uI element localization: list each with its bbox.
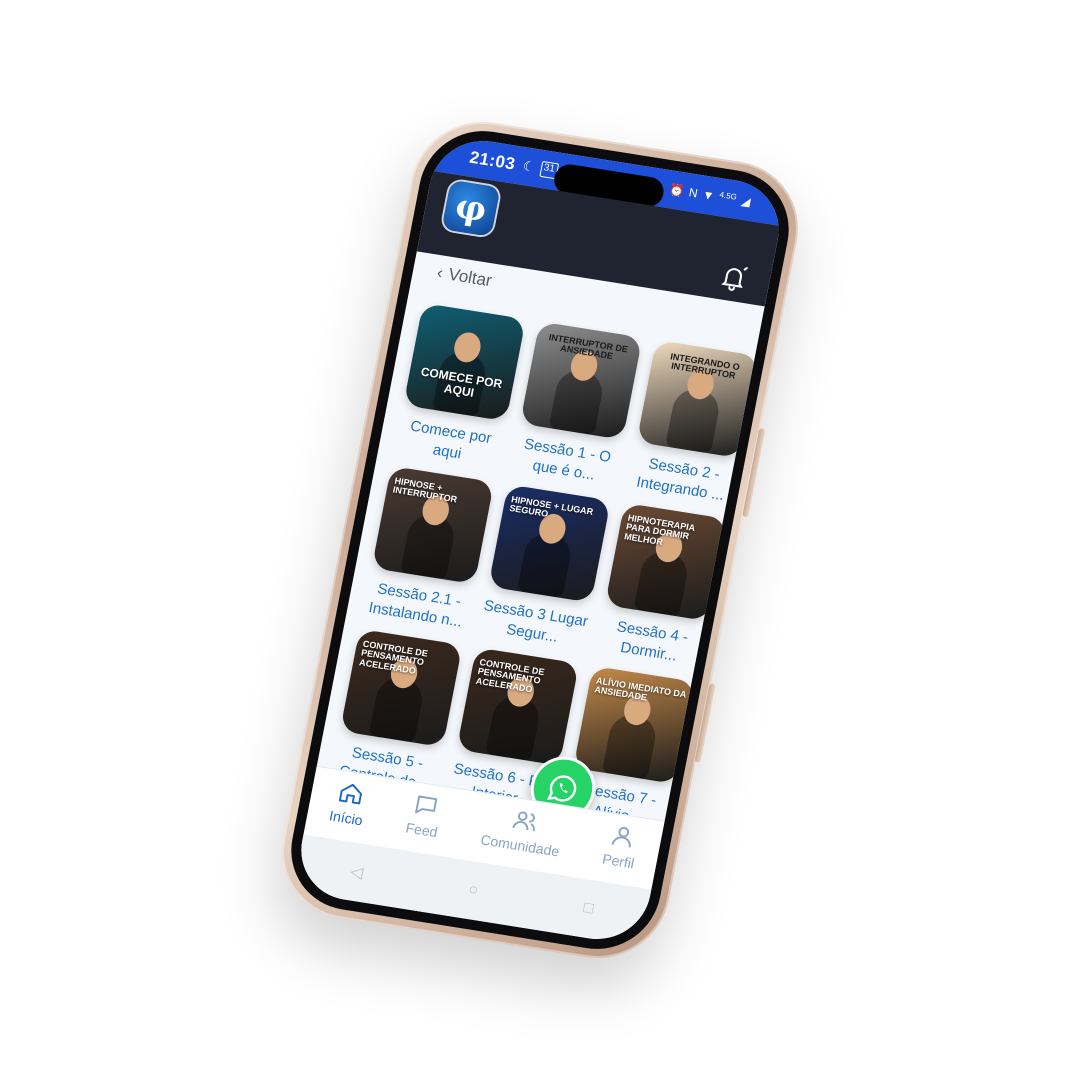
session-title[interactable]: Sessão 3 Lugar Segur... — [476, 596, 591, 654]
phone-device: 21:03 ☾ 31 ▶ ⏰ N ▼ 4.5G ◢ — [270, 111, 810, 969]
session-card[interactable]: HIPNOSE + INTERRUPTOR Sessão 2.1 - Instal… — [360, 465, 497, 636]
session-thumbnail[interactable]: INTEGRANDO O INTERRUPTOR — [636, 339, 760, 459]
session-thumbnail[interactable]: ALÍVIO IMEDIATO DA ANSIEDADE — [573, 665, 696, 785]
session-card[interactable]: HIPNOSE + LUGAR SEGURO Sessão 3 Lugar Seg… — [476, 484, 613, 654]
status-time: 21:03 — [467, 147, 518, 174]
session-title[interactable]: Sessão 2.1 - Instalando n... — [360, 577, 475, 635]
session-thumbnail[interactable]: CONTROLE DE PENSAMENTO ACELERADO — [339, 628, 463, 748]
session-card[interactable]: INTERRUPTOR DE ANSIEDADE Sessão 1 - O que… — [508, 321, 645, 491]
alarm-icon: ⏰ — [667, 182, 686, 199]
nav-item-comunidade[interactable]: Comunidade — [479, 802, 566, 860]
chat-icon — [415, 795, 438, 814]
stage: 21:03 ☾ 31 ▶ ⏰ N ▼ 4.5G ◢ — [0, 0, 1080, 1080]
status-right-icons: ⏰ N ▼ 4.5G ◢ — [668, 182, 752, 209]
session-thumbnail[interactable]: Hipnoterapia para Dormir Melhor — [604, 502, 728, 622]
app-logo[interactable]: φ — [441, 179, 501, 237]
nav-item-perfil[interactable]: Perfil — [601, 821, 641, 871]
session-title[interactable]: Sessão 4 - Dormir... — [593, 614, 708, 672]
nav-item-incio[interactable]: Início — [328, 778, 370, 828]
session-thumbnail[interactable]: HIPNOSE + LUGAR SEGURO — [488, 484, 611, 603]
back-link[interactable]: ‹ Voltar — [435, 263, 493, 291]
nav-home-icon[interactable]: ○ — [467, 881, 480, 900]
users-icon — [511, 811, 535, 832]
nav-back-icon[interactable]: ◁ — [349, 861, 365, 883]
chevron-left-icon: ‹ — [435, 262, 445, 283]
session-title[interactable]: Sessão 1 - O que é o... — [508, 433, 623, 491]
session-card[interactable]: COMECE POR AQUI Comece por aqui — [391, 302, 528, 473]
nav-label: Feed — [404, 819, 439, 841]
session-card[interactable]: Hipnoterapia para Dormir Melhor Sessão 4 … — [593, 502, 730, 673]
phone-bezel: 21:03 ☾ 31 ▶ ⏰ N ▼ 4.5G ◢ — [280, 122, 800, 958]
user-icon — [611, 826, 631, 848]
wifi-icon: ▼ — [701, 187, 716, 204]
sessions-grid: COMECE POR AQUI Comece por aqui INTERRUPTO… — [328, 302, 760, 833]
session-thumbnail[interactable]: INTERRUPTOR DE ANSIEDADE — [519, 321, 643, 440]
back-label: Voltar — [446, 264, 494, 291]
session-thumbnail[interactable]: HIPNOSE + INTERRUPTOR — [371, 465, 495, 585]
nav-recents-icon[interactable]: □ — [582, 899, 595, 918]
moon-icon: ☾ — [521, 158, 537, 175]
nav-item-feed[interactable]: Feed — [404, 790, 444, 840]
nfc-icon: N — [687, 185, 699, 201]
session-title[interactable]: Sessão 2 - Integrando ... — [625, 451, 740, 509]
home-icon — [338, 783, 362, 805]
nav-label: Perfil — [601, 850, 636, 872]
whatsapp-icon — [546, 775, 577, 802]
session-thumbnail[interactable]: CONTROLE DE PENSAMENTO ACELERADO — [456, 647, 580, 766]
session-title[interactable]: Comece por aqui — [391, 415, 506, 473]
phone-screen: 21:03 ☾ 31 ▶ ⏰ N ▼ 4.5G ◢ — [292, 133, 788, 947]
session-card[interactable]: INTEGRANDO O INTERRUPTOR Sessão 2 - Integ… — [625, 339, 762, 510]
nav-label: Comunidade — [479, 831, 561, 860]
nav-label: Início — [327, 807, 365, 829]
bell-icon[interactable] — [717, 261, 750, 293]
thumbnail-text: COMECE POR AQUI — [419, 364, 504, 400]
4g-icon: 4.5G — [718, 190, 738, 202]
signal-icon: ◢ — [739, 193, 752, 209]
session-thumbnail[interactable]: COMECE POR AQUI — [403, 302, 526, 422]
